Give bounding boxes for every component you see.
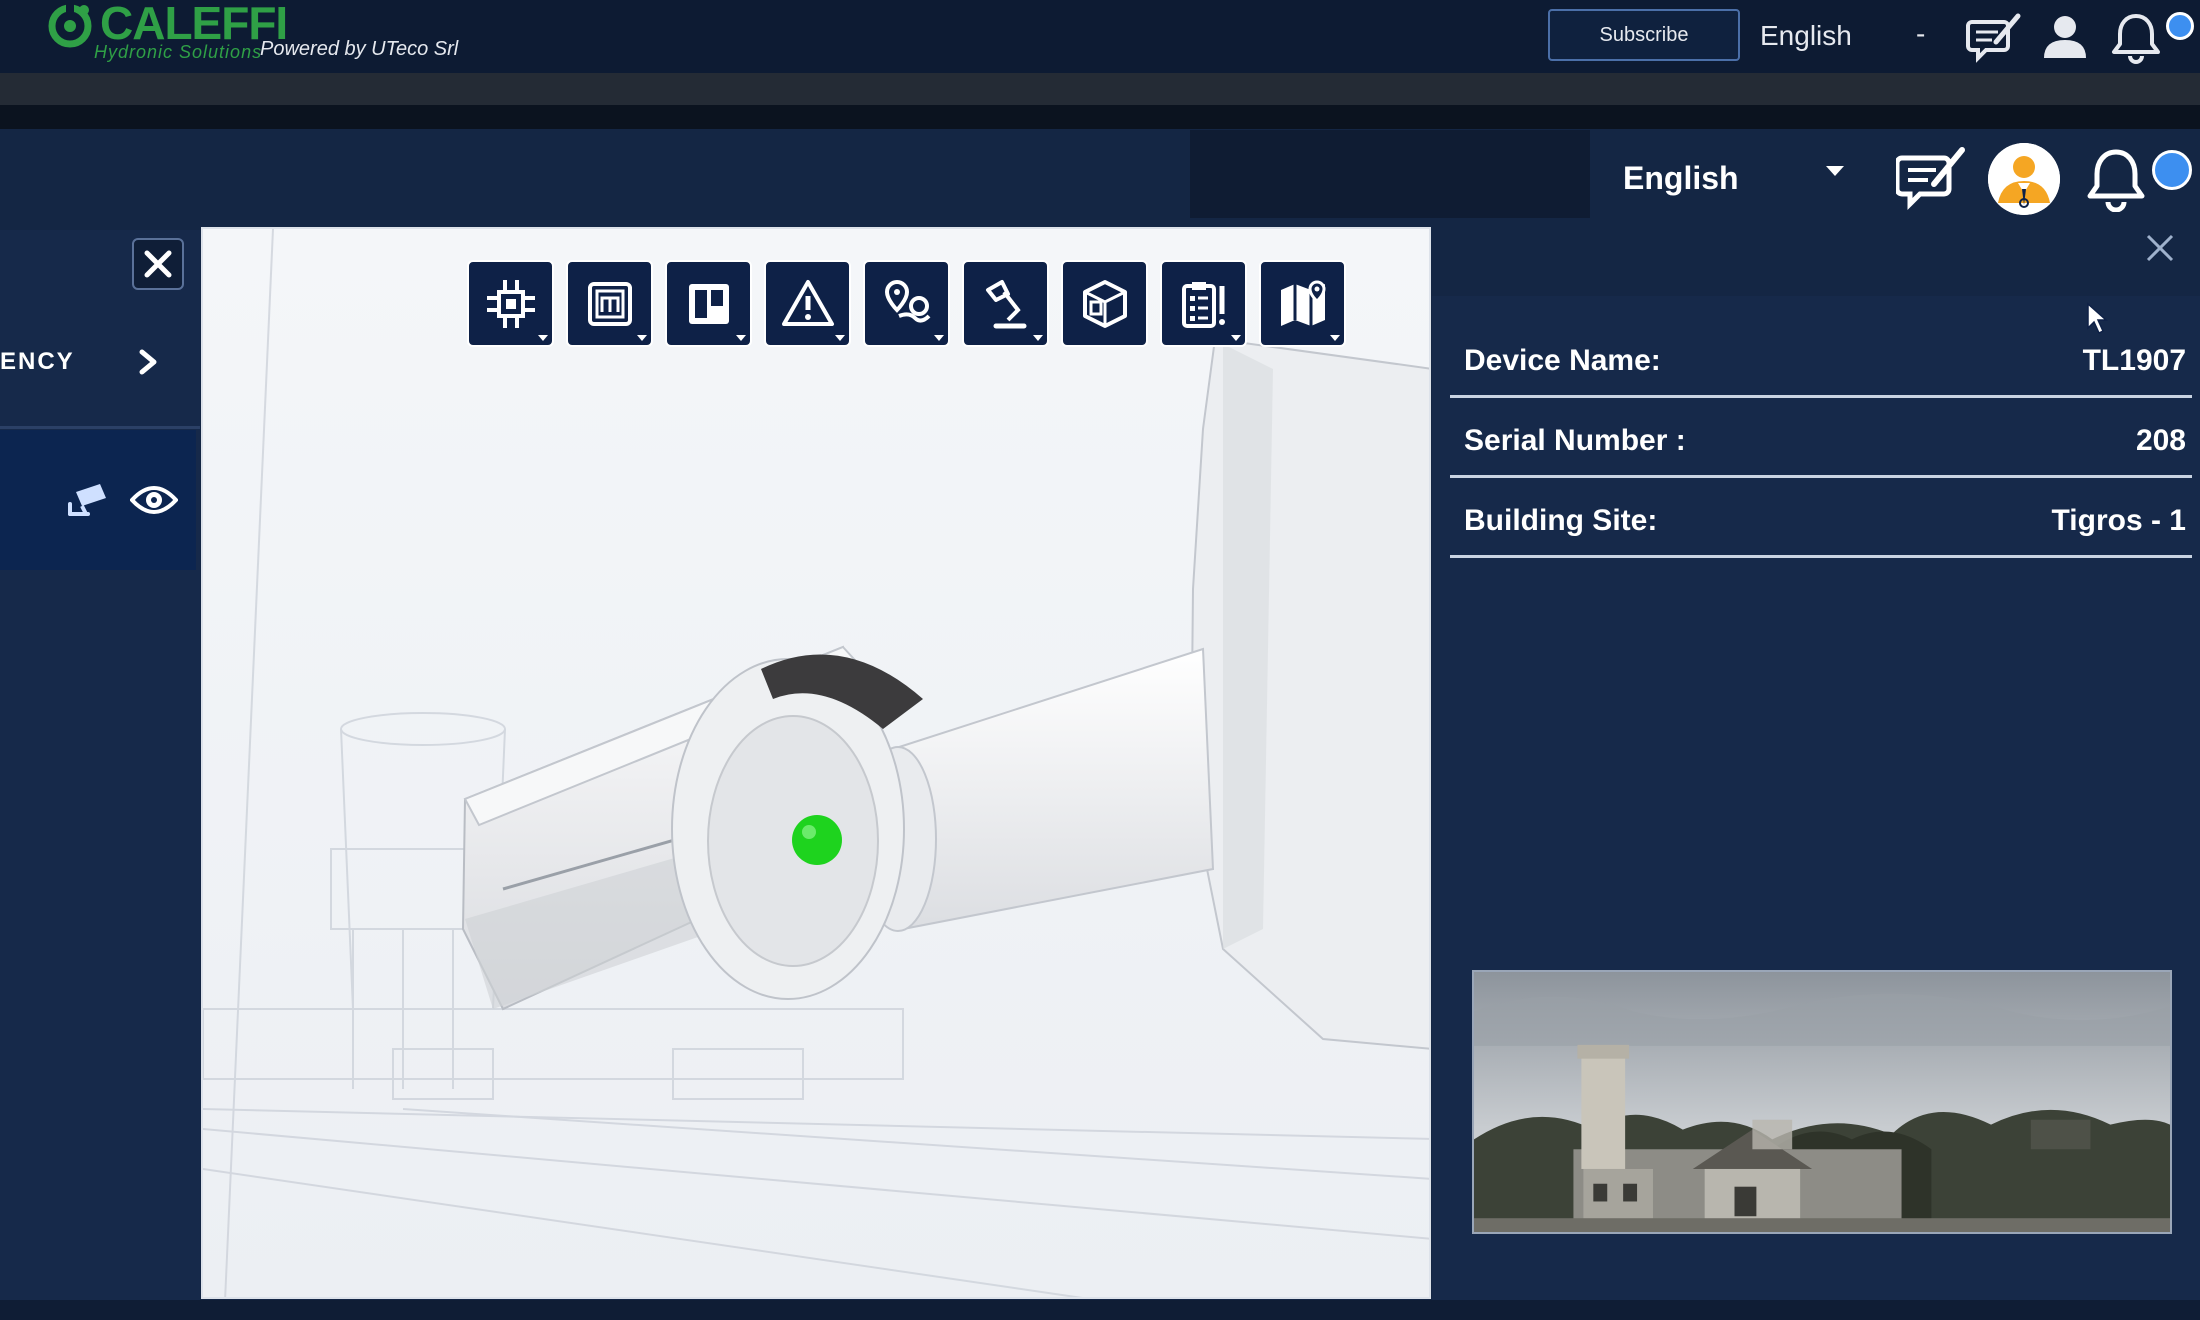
avatar[interactable] [1988, 143, 2060, 215]
top-bar [0, 0, 2200, 73]
building-site-label: Building Site: [1464, 504, 1658, 537]
alerts-tool-button[interactable] [764, 260, 851, 347]
board-tool-button[interactable] [665, 260, 752, 347]
location-tool-button[interactable] [863, 260, 950, 347]
serial-number-value: 208 [2135, 424, 2186, 457]
folded-map-icon [1280, 279, 1326, 326]
status-led-icon [792, 815, 842, 865]
mouse-cursor-icon [2087, 302, 2108, 335]
camera-3d-model[interactable] [203, 229, 1431, 1299]
sidebar-category-label[interactable]: ENCY [0, 348, 75, 376]
viewer-toolbar [467, 260, 1346, 347]
device-name-row: Device Name: TL1907 [1450, 318, 2192, 398]
close-sidebar-button[interactable] [132, 238, 184, 290]
header-shade [1190, 130, 1590, 218]
notes-icon[interactable] [1896, 142, 1968, 214]
model-tool-button[interactable] [1061, 260, 1148, 347]
notification-bell-icon[interactable] [2110, 10, 2162, 64]
security-camera-icon[interactable] [66, 478, 110, 522]
notes-icon[interactable] [1966, 10, 2024, 64]
language-dropdown-indicator[interactable]: - [1916, 18, 1925, 50]
close-panel-icon[interactable] [2140, 228, 2180, 268]
checklist-tool-button[interactable] [1160, 260, 1247, 347]
chevron-right-icon[interactable] [136, 346, 160, 378]
circuit-chip-icon [486, 279, 535, 328]
user-icon[interactable] [2040, 12, 2090, 62]
powered-by-text: Powered by UTeco Srl [260, 38, 459, 60]
app-header [0, 129, 2200, 230]
sidebar-divider [0, 426, 200, 429]
3d-cube-icon [1082, 279, 1127, 328]
building-site-value: Tigros - 1 [2051, 504, 2186, 537]
logo-tagline: Hydronic Solutions [94, 42, 263, 62]
language-selector-main[interactable]: English [1623, 160, 1739, 197]
kanban-board-icon [688, 283, 729, 324]
camera-snapshot-scene [1474, 972, 2170, 1232]
toolbar-strip [0, 73, 2200, 105]
notification-bell-icon[interactable] [2086, 146, 2146, 212]
warning-triangle-icon [781, 279, 834, 326]
lighting-tool-button[interactable] [962, 260, 1049, 347]
3d-viewer[interactable] [201, 227, 1431, 1299]
meter-m-icon [587, 281, 632, 326]
map-tool-button[interactable] [1259, 260, 1346, 347]
camera-snapshot-image[interactable] [1472, 970, 2172, 1234]
footer-bar [0, 1300, 2200, 1320]
serial-number-row: Serial Number : 208 [1450, 398, 2192, 478]
chevron-down-icon[interactable] [1826, 166, 1844, 176]
caleffi-logo-icon [48, 0, 92, 48]
close-icon [144, 250, 172, 278]
device-name-value: TL1907 [2082, 344, 2186, 377]
divider [0, 105, 2200, 129]
serial-number-label: Serial Number : [1464, 424, 1686, 457]
language-selector[interactable]: English [1760, 20, 1852, 52]
meter-tool-button[interactable] [566, 260, 653, 347]
device-name-label: Device Name: [1464, 344, 1661, 377]
left-sidebar [0, 230, 200, 1320]
components-tool-button[interactable] [467, 260, 554, 347]
notification-badge [2166, 12, 2194, 40]
eye-icon[interactable] [130, 480, 178, 520]
user-avatar-icon [1988, 143, 2060, 215]
subscribe-button[interactable]: Subscribe [1548, 9, 1740, 61]
clipboard-checklist-icon [1181, 281, 1225, 328]
desk-lamp-icon [985, 279, 1026, 328]
map-pin-route-icon [884, 279, 930, 323]
notification-badge [2152, 150, 2192, 190]
building-site-row: Building Site: Tigros - 1 [1450, 478, 2192, 558]
